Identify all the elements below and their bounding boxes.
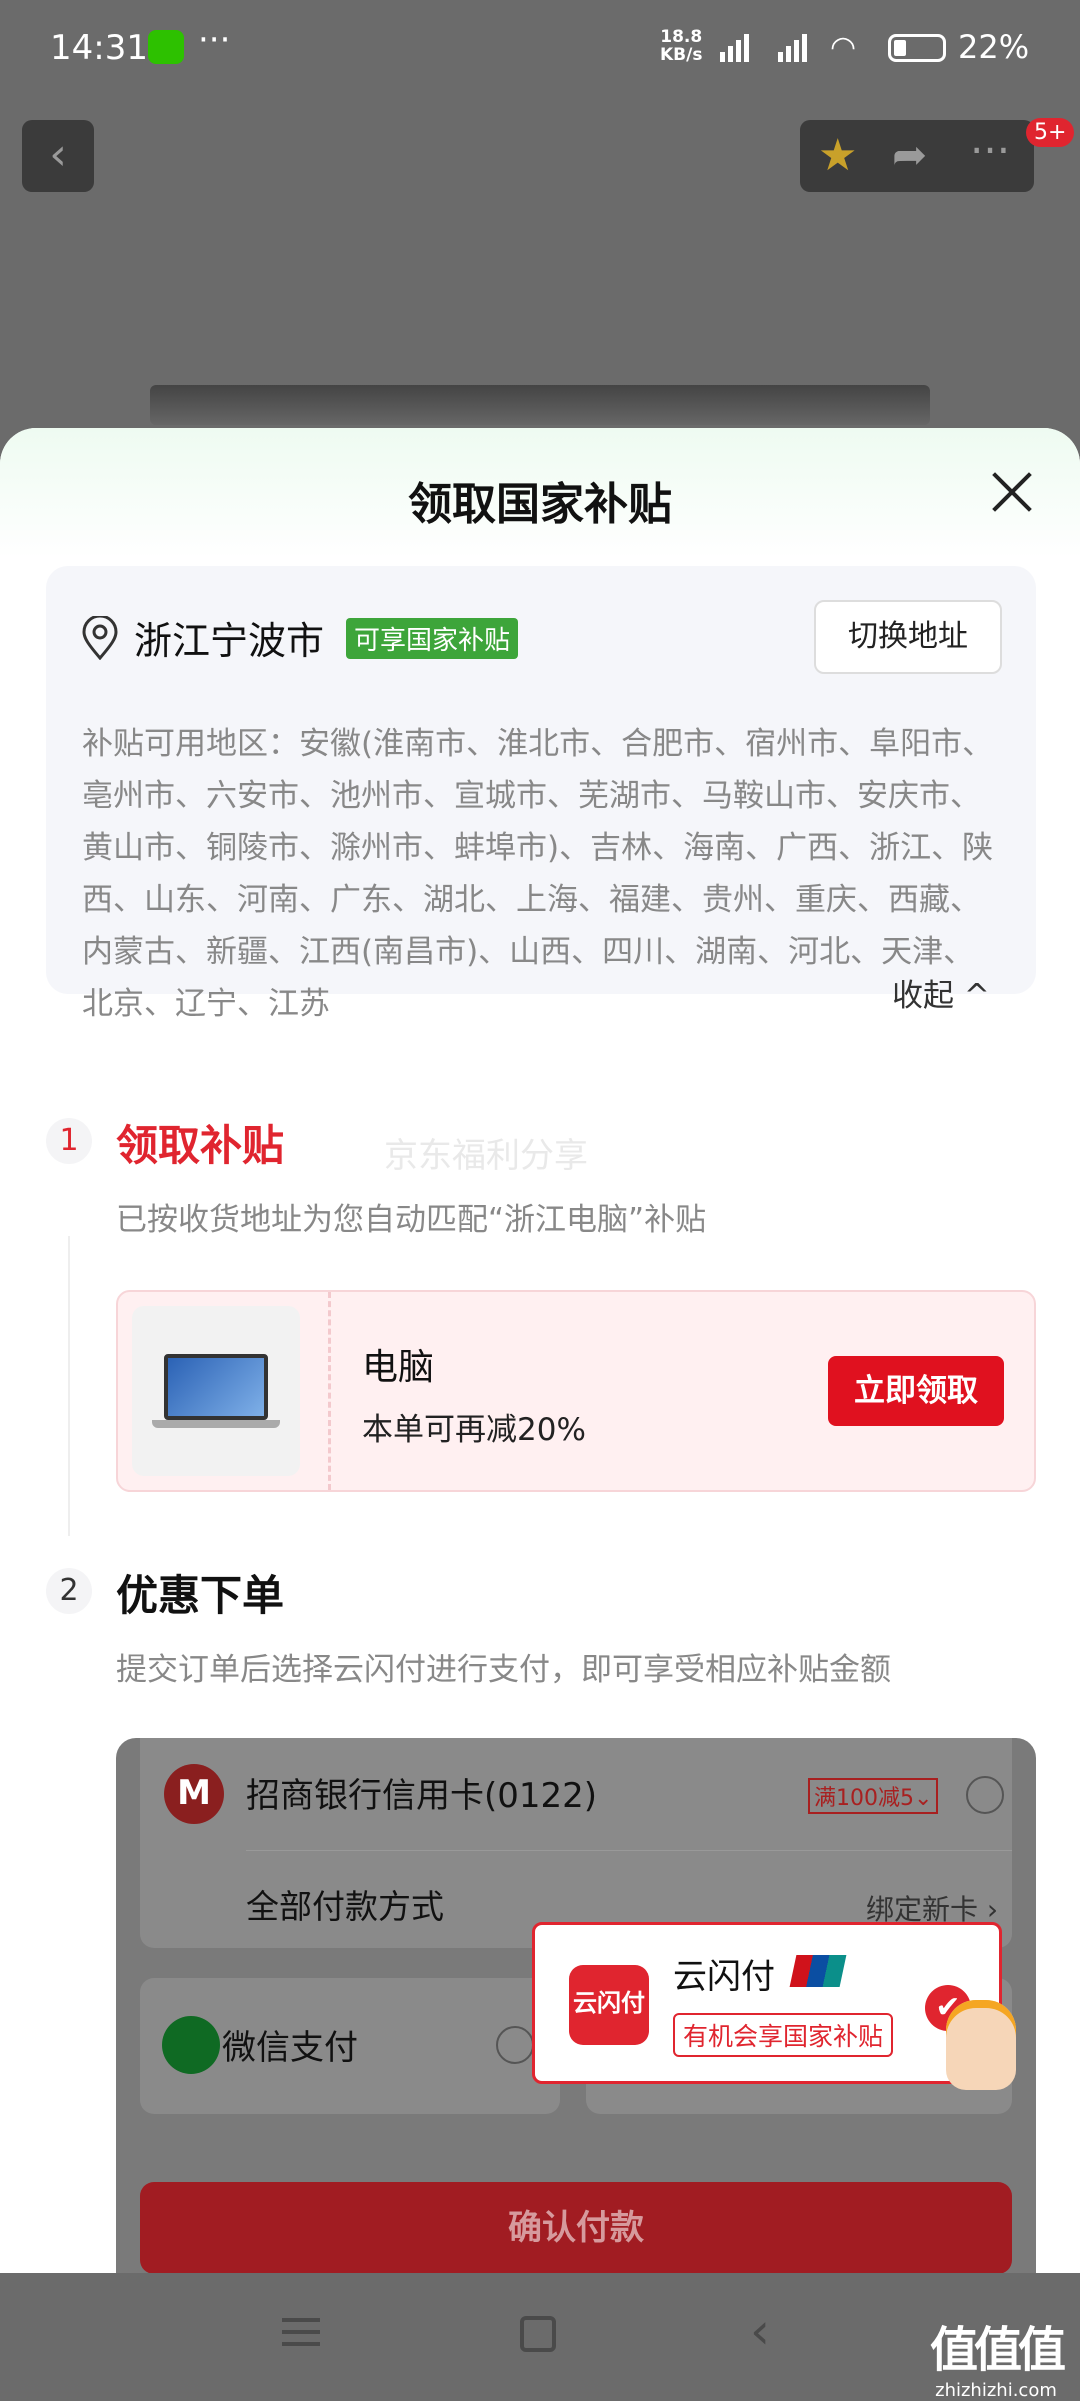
all-payment-methods[interactable]: 全部付款方式 (246, 1880, 444, 1928)
eligible-regions-text: 补贴可用地区：安徽(淮南市、淮北市、合肥市、宿州市、阜阳市、亳州市、六安市、池州… (82, 726, 994, 1022)
bank-promo-badge: 满100减5⌄ (808, 1778, 939, 1814)
network-speed: 18.8 KB/s (660, 27, 703, 65)
laptop-base (152, 1420, 280, 1428)
sheet-title: 领取国家补贴 (408, 479, 672, 530)
quickpass-subsidy-tag: 有机会享国家补贴 (673, 2013, 894, 2057)
cmb-bank-icon: M (164, 1764, 224, 1824)
top-actions: ★ ➦ ··· (800, 120, 1034, 192)
signal-icon (720, 32, 749, 62)
step-description: 已按收货地址为您自动匹配“浙江电脑”补贴 (116, 1202, 707, 1238)
bank-card-name: 招商银行信用卡(0122) (246, 1776, 598, 1816)
site-watermark-url: zhizhizhi.com (935, 2380, 1057, 2401)
unionpay-logo-icon (789, 1955, 847, 1987)
subsidy-coupon: 电脑 本单可再减20% 立即领取 (116, 1290, 1036, 1492)
step-number: 2 (46, 1568, 92, 1614)
subsidy-eligible-tag: 可享国家补贴 (346, 618, 519, 659)
wechat-pay-icon (162, 2016, 220, 2074)
step-number: 1 (46, 1118, 92, 1164)
status-more: ··· (198, 20, 231, 60)
address-card: 浙江宁波市 可享国家补贴 切换地址 补贴可用地区：安徽(淮南市、淮北市、合肥市、… (46, 566, 1036, 1022)
quickpass-option[interactable]: 云闪付 云闪付 有机会享国家补贴 ✔ (532, 1922, 1002, 2084)
quickpass-logo-icon: 云闪付 (569, 1965, 649, 2045)
wechat-pay-label: 微信支付 (222, 2028, 358, 2068)
site-watermark-logo: 值值值 zhizhizhi.com (930, 2310, 1066, 2401)
laptop-thumbnail (132, 1306, 300, 1476)
menu-icon[interactable] (282, 2318, 320, 2354)
step-connector (68, 1236, 70, 1536)
coupon-discount: 本单可再减20% (362, 1412, 586, 1448)
more-icon[interactable]: ··· (970, 126, 1010, 175)
signal-icon (778, 32, 807, 62)
wifi-icon: ◠ (830, 30, 857, 65)
step-description: 提交订单后选择云闪付进行支付，即可享受相应补贴金额 (116, 1652, 891, 1688)
close-icon[interactable] (990, 470, 1034, 514)
laptop-screen (164, 1354, 268, 1420)
address-city: 浙江宁波市 (134, 619, 325, 663)
quickpass-name: 云闪付 (673, 1957, 775, 1997)
confirm-payment-button[interactable]: 确认付款 (140, 2182, 1012, 2273)
battery-icon (888, 34, 946, 62)
bank-radio[interactable] (966, 1776, 1004, 1814)
wechat-notification-icon (148, 30, 184, 64)
share-icon[interactable]: ➦ (892, 130, 927, 179)
home-icon[interactable] (520, 2316, 556, 2352)
site-watermark-name: 值值值 (930, 2322, 1066, 2378)
claim-now-button[interactable]: 立即领取 (828, 1356, 1004, 1426)
back-button[interactable]: ‹ (22, 120, 94, 192)
star-icon[interactable]: ★ (818, 130, 857, 181)
message-badge: 5+ (1026, 118, 1075, 147)
coupon-divider (328, 1292, 331, 1490)
wechat-radio[interactable] (496, 2026, 534, 2064)
coupon-category: 电脑 (362, 1347, 435, 1388)
switch-address-button[interactable]: 切换地址 (814, 600, 1002, 674)
location-pin-icon (82, 616, 118, 660)
nav-back-icon[interactable]: ‹ (750, 2302, 770, 2360)
step-title: 领取补贴 (116, 1121, 285, 1170)
divider (246, 1850, 1012, 1851)
collapse-button[interactable]: 收起 ^ (892, 970, 990, 1015)
status-bar: 14:31 ··· 18.8 KB/s ◠ 22% (0, 0, 1080, 100)
product-image (150, 385, 930, 425)
step-title: 优惠下单 (116, 1571, 285, 1620)
bank-card-option[interactable]: M 招商银行信用卡(0122) 满100减5⌄ 全部付款方式 绑定新卡 › (140, 1738, 1012, 1948)
battery-percent: 22% (958, 28, 1030, 66)
system-nav-bar: ‹ (0, 2274, 1080, 2400)
wechat-pay-option[interactable]: 微信支付 (140, 1978, 560, 2114)
watermark-text: 京东福利分享 (384, 1136, 588, 1176)
pointing-hand-icon (946, 2000, 1016, 2090)
status-time: 14:31 (50, 28, 148, 68)
